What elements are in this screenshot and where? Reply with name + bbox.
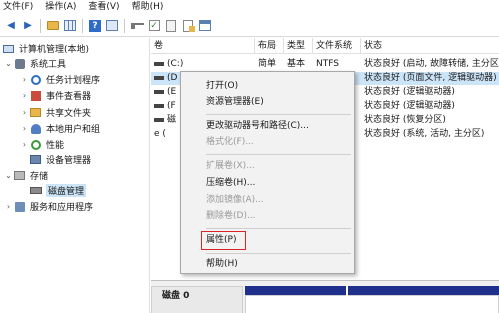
expand-chevron-icon[interactable]: › [20,124,29,133]
menu-separator [206,253,351,254]
disk-label-text: 磁盘 0 [162,291,190,301]
volume-icon [154,75,164,80]
tree-item-local-users[interactable]: › 本地用户和组 [20,121,100,136]
volume-status: 状态良好 (逻辑驱动器) [364,101,455,111]
volume-layout: 简单 [258,59,277,69]
disk-map: 磁盘 0 [151,280,499,313]
menu-item-change-drive-letter[interactable]: 更改驱动器号和路径(C)... [206,119,309,134]
collapse-chevron-icon[interactable]: ⌄ [4,59,13,68]
expand-chevron-icon[interactable]: › [20,75,29,84]
tree-item-computer-management[interactable]: 计算机管理(本地) [2,41,89,56]
tree-item-system-tools[interactable]: ⌄ 系统工具 [4,56,66,71]
clock-icon [29,74,42,85]
menu-action[interactable]: 操作(A) [39,0,82,15]
context-menu: 打开(O) 资源管理器(E) 更改驱动器号和路径(C)... 格式化(F)...… [180,71,355,274]
volume-type: 基本 [287,59,306,69]
users-icon [29,123,42,134]
expand-chevron-icon[interactable]: › [20,108,29,117]
tree-item-device-manager[interactable]: 设备管理器 [29,152,91,167]
expand-chevron-icon[interactable]: › [20,91,29,100]
volume-filesystem: NTFS [316,59,339,69]
volume-status: 状态良好 (系统, 活动, 主分区) [364,129,485,139]
menu-file[interactable]: 文件(F) [0,0,39,15]
toolbar-divider [124,18,125,33]
partition-block[interactable] [245,295,499,313]
menu-separator [206,114,351,115]
menu-item-help[interactable]: 帮助(H) [206,257,238,272]
column-header-type[interactable]: 类型 [284,38,313,54]
properties-highlight-box [201,231,246,250]
doc-icon[interactable] [181,19,195,33]
table-row[interactable]: (C:) 简单 基本 NTFS 状态良好 (启动, 故障转储, 主分区) [151,58,499,71]
menu-help[interactable]: 帮助(H) [126,0,170,15]
check-icon[interactable]: ✓ [147,19,161,33]
column-header-volume[interactable]: 卷 [151,38,255,54]
volume-status: 状态良好 (恢复分区) [364,115,446,125]
tree-item-shared-folders[interactable]: › 共享文件夹 [20,105,91,120]
expand-chevron-icon[interactable]: › [20,140,29,149]
menu-item-delete-volume: 删除卷(D)... [206,211,256,221]
menu-view[interactable]: 查看(V) [82,0,125,15]
partition-bar[interactable] [245,286,499,295]
volume-icon [154,61,164,66]
volume-name: (D [167,73,178,83]
panel-icon[interactable] [105,19,119,33]
tree-item-performance[interactable]: › 性能 [20,137,64,152]
grid-icon[interactable] [63,19,77,33]
menu-item-shrink-volume[interactable]: 压缩卷(H)... [206,176,255,191]
performance-icon [29,139,42,150]
volume-name: 磁 [167,115,177,125]
volume-icon [154,117,164,122]
tree-item-services-apps[interactable]: › 服务和应用程序 [4,199,93,214]
column-header-status[interactable]: 状态 [361,38,499,54]
disk-0-label[interactable]: 磁盘 0 [151,286,243,313]
folder-icon[interactable] [46,19,60,33]
device-manager-icon [29,154,42,165]
volume-name: (F [167,101,176,111]
properties-icon[interactable] [198,19,212,33]
page-icon[interactable] [164,19,178,33]
shared-folder-icon [29,107,42,118]
disk-icon [29,185,42,196]
storage-icon [13,170,26,181]
key-icon[interactable] [130,19,144,33]
menubar: 文件(F) 操作(A) 查看(V) 帮助(H) [0,0,499,15]
expand-chevron-icon[interactable]: › [4,202,13,211]
tree-item-disk-management[interactable]: 磁盘管理 [29,183,87,198]
services-icon [13,201,26,212]
tools-icon [13,58,26,69]
collapse-chevron-icon[interactable]: ⌄ [4,171,13,180]
event-log-icon [29,90,42,101]
partition-divider [346,286,348,313]
tree-item-task-scheduler[interactable]: › 任务计划程序 [20,72,100,87]
volume-name: e ( [154,129,166,139]
volume-status: 状态良好 (逻辑驱动器) [364,87,455,97]
menu-item-add-mirror: 添加镜像(A)... [206,195,264,205]
navigation-tree: 计算机管理(本地) ⌄ 系统工具 › 任务计划程序 › 事件查看器 › 共享文件… [0,38,150,313]
toolbar-divider [82,18,83,33]
volume-icon [154,89,164,94]
tree-item-event-viewer[interactable]: › 事件查看器 [20,88,91,103]
volume-status: 状态良好 (页面文件, 逻辑驱动器) [364,73,497,83]
toolbar: ◀ ▶ ? ✓ [0,15,499,37]
column-header-layout[interactable]: 布局 [255,38,284,54]
menu-item-extend-volume: 扩展卷(X)... [206,161,255,171]
volume-name: (E [167,87,177,97]
menu-separator [206,228,351,229]
forward-arrow-icon[interactable]: ▶ [21,19,35,33]
menu-item-open[interactable]: 打开(O) [206,79,238,94]
menu-item-format: 格式化(F)... [206,137,254,147]
column-header-filesystem[interactable]: 文件系统 [313,38,361,54]
volume-icon [154,103,164,108]
help-icon[interactable]: ? [88,19,102,33]
list-header: 卷 布局 类型 文件系统 状态 [151,38,499,54]
toolbar-divider [40,18,41,33]
menu-separator [206,154,351,155]
menu-item-explorer[interactable]: 资源管理器(E) [206,95,264,110]
back-arrow-icon[interactable]: ◀ [4,19,18,33]
tree-item-storage[interactable]: ⌄ 存储 [4,168,48,183]
volume-status: 状态良好 (启动, 故障转储, 主分区) [364,59,499,69]
computer-icon [2,43,15,54]
volume-name: (C:) [167,59,184,69]
